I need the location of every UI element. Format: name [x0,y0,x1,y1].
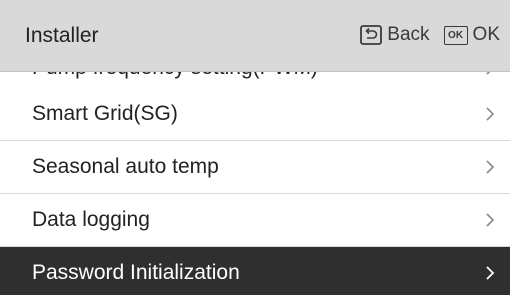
installer-menu-screen: Pump frequency setting(PWM) Smart Grid(S… [0,0,510,295]
chevron-right-icon [486,160,495,174]
menu-item-label: Password Initialization [32,261,240,284]
ok-button[interactable]: OK OK [443,24,500,46]
chevron-right-icon [486,213,495,227]
back-button[interactable]: Back [360,24,430,46]
chevron-right-icon [486,107,495,121]
menu-item-seasonal-auto-temp[interactable]: Seasonal auto temp [0,141,510,194]
page-title: Installer [25,24,99,47]
header-bar: Installer Back OK OK [0,0,510,72]
header-controls: Back OK OK [360,22,500,48]
menu-item-data-logging[interactable]: Data logging [0,194,510,247]
menu-item-label: Data logging [32,208,150,231]
chevron-right-icon [486,266,495,280]
ok-label: OK [472,24,500,45]
menu-item-smart-grid[interactable]: Smart Grid(SG) [0,88,510,141]
back-icon [360,25,383,45]
menu-item-label: Seasonal auto temp [32,155,219,178]
menu-item-password-initialization[interactable]: Password Initialization [0,247,510,295]
ok-icon: OK [443,25,468,45]
back-label: Back [387,24,430,45]
menu-item-label: Smart Grid(SG) [32,102,178,125]
